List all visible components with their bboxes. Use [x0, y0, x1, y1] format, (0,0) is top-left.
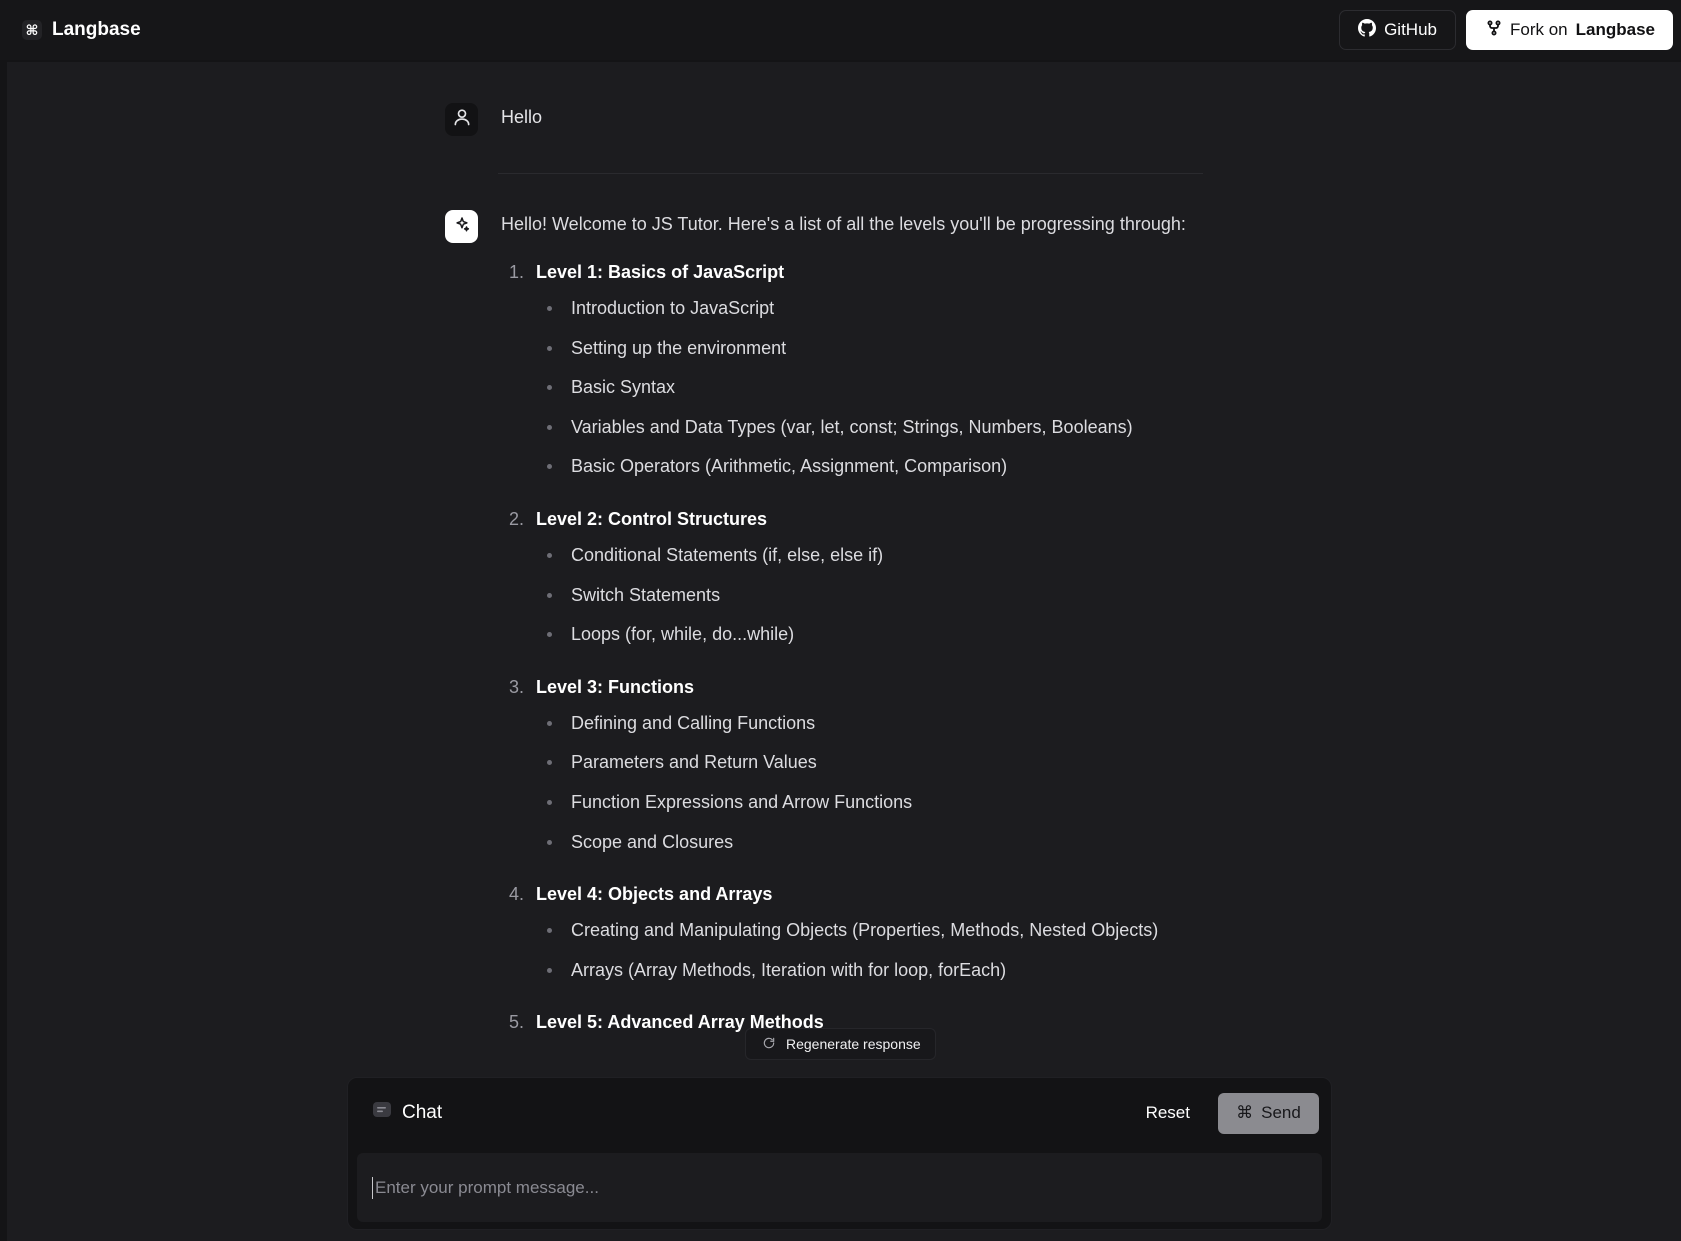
level-title: Level 2: Control Structures [536, 508, 768, 529]
assistant-intro: Hello! Welcome to JS Tutor. Here's a lis… [501, 214, 1186, 234]
topic-item: Arrays (Array Methods, Iteration with fo… [536, 956, 1201, 996]
message-divider [498, 173, 1203, 174]
reset-button[interactable]: Reset [1140, 1102, 1196, 1124]
level-number: 1. [509, 262, 525, 282]
topic-item: Introduction to JavaScript [536, 294, 1201, 334]
refresh-icon [762, 1036, 776, 1053]
levels-list: 1. Level 1: Basics of JavaScript Introduct… [501, 258, 1201, 1036]
fork-on-langbase-button[interactable]: Fork on Langbase [1466, 10, 1673, 50]
regenerate-label: Regenerate response [786, 1036, 921, 1052]
fork-brand: Langbase [1575, 20, 1655, 39]
topic-item: Scope and Closures [536, 828, 1201, 868]
github-icon [1358, 18, 1377, 42]
topic-list: Creating and Manipulating Objects (Prope… [536, 916, 1201, 995]
level-number: 4. [509, 884, 525, 905]
chat-actions: Reset ⌘ Send [1140, 1092, 1319, 1134]
prompt-input-wrapper [357, 1153, 1322, 1222]
send-label: Send [1261, 1103, 1301, 1122]
topic-item: Creating and Manipulating Objects (Prope… [536, 916, 1201, 956]
fork-icon [1486, 19, 1502, 41]
level-title: Level 4: Objects and Arrays [536, 884, 773, 905]
command-icon: ⌘ [22, 20, 42, 40]
level-number: 2. [509, 508, 525, 529]
level-number: 5. [509, 1012, 525, 1033]
topic-item: Loops (for, while, do...while) [536, 620, 1201, 660]
topic-item: Defining and Calling Functions [536, 709, 1201, 749]
level-title: Level 1: Basics of JavaScript [536, 262, 785, 282]
main-area: Hello Hello! Welcome to JS Tutor. Here's… [7, 62, 1681, 1241]
topic-item: Parameters and Return Values [536, 748, 1201, 788]
topic-item: Switch Statements [536, 581, 1201, 621]
chat-panel: Chat Reset ⌘ Send [347, 1077, 1332, 1230]
topic-item: Variables and Data Types (var, let, cons… [536, 413, 1201, 453]
chat-label: Chat [372, 1100, 442, 1126]
level-item: 4. Level 4: Objects and Arrays Creating an… [501, 880, 1201, 995]
level-title: Level 3: Functions [536, 676, 695, 697]
chat-panel-header: Chat Reset ⌘ Send [348, 1078, 1331, 1148]
topic-item: Function Expressions and Arrow Functions [536, 788, 1201, 828]
regenerate-response-button[interactable]: Regenerate response [745, 1028, 936, 1060]
chat-label-text: Chat [402, 1102, 443, 1123]
brand-name: Langbase [52, 19, 141, 40]
topic-list: Defining and Calling Functions Parameters… [536, 709, 1201, 867]
assistant-message-body: Hello! Welcome to JS Tutor. Here's a lis… [501, 210, 1201, 1049]
level-item: 3. Level 3: Functions Defining and Calling… [501, 673, 1201, 867]
user-avatar [445, 103, 478, 136]
fork-prefix: Fork on [1510, 20, 1568, 39]
header-actions: GitHub Fork on Langbase [1339, 10, 1673, 50]
assistant-avatar [445, 210, 478, 243]
topic-list: Introduction to JavaScript Setting up the… [536, 294, 1201, 492]
topic-list: Conditional Statements (if, else, else i… [536, 541, 1201, 660]
topic-item: Basic Syntax [536, 373, 1201, 413]
brand[interactable]: ⌘ Langbase [22, 19, 141, 41]
sparkle-icon [453, 215, 471, 238]
user-message-text: Hello [501, 107, 543, 127]
level-number: 3. [509, 676, 525, 697]
level-item: 1. Level 1: Basics of JavaScript Introduct… [501, 258, 1201, 492]
prompt-input[interactable] [372, 1176, 1307, 1199]
topic-item: Basic Operators (Arithmetic, Assignment,… [536, 452, 1201, 492]
level-item: 2. Level 2: Control Structures Conditional… [501, 505, 1201, 660]
top-header: ⌘ Langbase GitHub Fork on Langbase [0, 0, 1681, 60]
chat-icon [372, 1100, 392, 1126]
topic-item: Setting up the environment [536, 334, 1201, 374]
github-button[interactable]: GitHub [1339, 10, 1456, 50]
user-icon [452, 107, 472, 132]
github-label: GitHub [1384, 20, 1437, 39]
topic-item: Conditional Statements (if, else, else i… [536, 541, 1201, 581]
command-icon: ⌘ [1236, 1103, 1254, 1122]
send-button[interactable]: ⌘ Send [1218, 1092, 1319, 1134]
